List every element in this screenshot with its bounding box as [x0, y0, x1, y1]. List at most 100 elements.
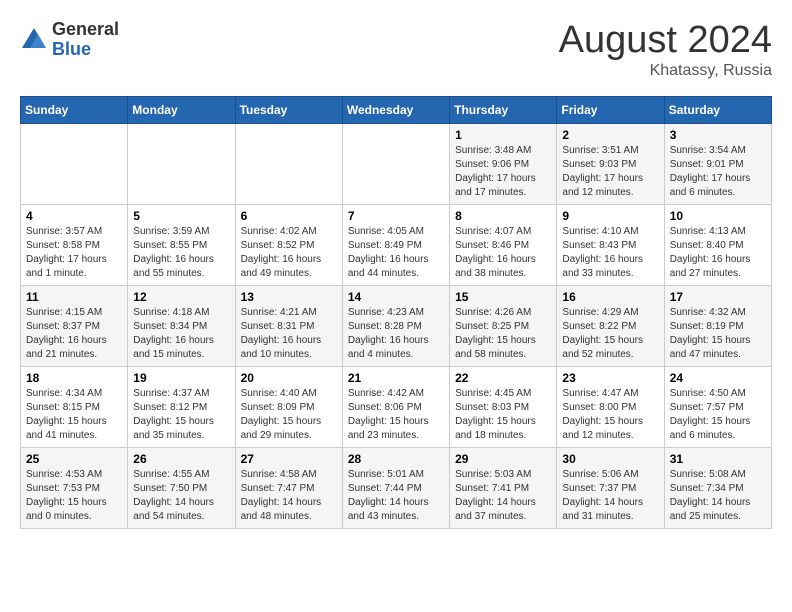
day-info: Sunrise: 4:02 AM Sunset: 8:52 PM Dayligh… — [241, 225, 337, 281]
calendar-cell: 30Sunrise: 5:06 AM Sunset: 7:37 PM Dayli… — [557, 447, 664, 528]
day-number: 4 — [26, 209, 122, 223]
page-header: General Blue August 2024 Khatassy, Russi… — [20, 20, 772, 80]
calendar-table: SundayMondayTuesdayWednesdayThursdayFrid… — [20, 96, 772, 529]
day-number: 26 — [133, 452, 229, 466]
day-info: Sunrise: 4:15 AM Sunset: 8:37 PM Dayligh… — [26, 306, 122, 362]
day-number: 2 — [562, 128, 658, 142]
day-info: Sunrise: 3:59 AM Sunset: 8:55 PM Dayligh… — [133, 225, 229, 281]
day-number: 19 — [133, 371, 229, 385]
day-info: Sunrise: 4:45 AM Sunset: 8:03 PM Dayligh… — [455, 387, 551, 443]
calendar-cell: 26 Sunrise: 4:55 AM Sunset: 7:50 PM Dayli… — [128, 447, 235, 528]
day-of-week-header: Sunday — [21, 96, 128, 123]
day-number: 8 — [455, 209, 551, 223]
calendar-week-row: 25 Sunrise: 4:53 AM Sunset: 7:53 PM Dayli… — [21, 447, 772, 528]
calendar-cell: 1Sunrise: 3:48 AM Sunset: 9:06 PM Daylig… — [450, 123, 557, 204]
day-info: Sunrise: 4:37 AM Sunset: 8:12 PM Dayligh… — [133, 387, 229, 443]
calendar-cell: 14Sunrise: 4:23 AM Sunset: 8:28 PM Dayli… — [342, 285, 449, 366]
day-number: 31 — [670, 452, 766, 466]
day-number: 15 — [455, 290, 551, 304]
calendar-cell: 11 Sunrise: 4:15 AM Sunset: 8:37 PM Dayli… — [21, 285, 128, 366]
day-number: 10 — [670, 209, 766, 223]
day-number: 22 — [455, 371, 551, 385]
day-number: 21 — [348, 371, 444, 385]
day-number: 12 — [133, 290, 229, 304]
calendar-cell — [128, 123, 235, 204]
day-of-week-header: Monday — [128, 96, 235, 123]
day-number: 25 — [26, 452, 122, 466]
calendar-cell: 2 Sunrise: 3:51 AM Sunset: 9:03 PM Daylig… — [557, 123, 664, 204]
calendar-cell: 24Sunrise: 4:50 AM Sunset: 7:57 PM Dayli… — [664, 366, 771, 447]
calendar-cell: 13Sunrise: 4:21 AM Sunset: 8:31 PM Dayli… — [235, 285, 342, 366]
day-info: Sunrise: 4:40 AM Sunset: 8:09 PM Dayligh… — [241, 387, 337, 443]
month-year-title: August 2024 — [559, 20, 772, 62]
calendar-header: SundayMondayTuesdayWednesdayThursdayFrid… — [21, 96, 772, 123]
day-info: Sunrise: 4:53 AM Sunset: 7:53 PM Dayligh… — [26, 468, 122, 524]
day-number: 24 — [670, 371, 766, 385]
calendar-cell: 22 Sunrise: 4:45 AM Sunset: 8:03 PM Dayli… — [450, 366, 557, 447]
day-info: Sunrise: 4:42 AM Sunset: 8:06 PM Dayligh… — [348, 387, 444, 443]
calendar-cell: 15 Sunrise: 4:26 AM Sunset: 8:25 PM Dayli… — [450, 285, 557, 366]
calendar-cell — [21, 123, 128, 204]
calendar-cell: 9 Sunrise: 4:10 AM Sunset: 8:43 PM Daylig… — [557, 204, 664, 285]
day-number: 6 — [241, 209, 337, 223]
day-number: 9 — [562, 209, 658, 223]
day-info: Sunrise: 4:34 AM Sunset: 8:15 PM Dayligh… — [26, 387, 122, 443]
calendar-cell: 28Sunrise: 5:01 AM Sunset: 7:44 PM Dayli… — [342, 447, 449, 528]
calendar-cell: 16Sunrise: 4:29 AM Sunset: 8:22 PM Dayli… — [557, 285, 664, 366]
day-info: Sunrise: 5:08 AM Sunset: 7:34 PM Dayligh… — [670, 468, 766, 524]
day-number: 20 — [241, 371, 337, 385]
calendar-cell: 25 Sunrise: 4:53 AM Sunset: 7:53 PM Dayli… — [21, 447, 128, 528]
day-number: 30 — [562, 452, 658, 466]
day-number: 23 — [562, 371, 658, 385]
calendar-cell: 19 Sunrise: 4:37 AM Sunset: 8:12 PM Dayli… — [128, 366, 235, 447]
calendar-cell — [342, 123, 449, 204]
day-info: Sunrise: 4:55 AM Sunset: 7:50 PM Dayligh… — [133, 468, 229, 524]
day-info: Sunrise: 3:57 AM Sunset: 8:58 PM Dayligh… — [26, 225, 122, 281]
logo-general-text: General — [52, 20, 119, 40]
logo-icon — [20, 26, 48, 54]
calendar-cell: 18Sunrise: 4:34 AM Sunset: 8:15 PM Dayli… — [21, 366, 128, 447]
calendar-cell: 10 Sunrise: 4:13 AM Sunset: 8:40 PM Dayli… — [664, 204, 771, 285]
calendar-body: 1Sunrise: 3:48 AM Sunset: 9:06 PM Daylig… — [21, 123, 772, 528]
day-number: 17 — [670, 290, 766, 304]
calendar-cell: 17Sunrise: 4:32 AM Sunset: 8:19 PM Dayli… — [664, 285, 771, 366]
day-number: 11 — [26, 290, 122, 304]
calendar-cell — [235, 123, 342, 204]
calendar-cell: 27Sunrise: 4:58 AM Sunset: 7:47 PM Dayli… — [235, 447, 342, 528]
day-number: 7 — [348, 209, 444, 223]
calendar-cell: 21 Sunrise: 4:42 AM Sunset: 8:06 PM Dayli… — [342, 366, 449, 447]
day-info: Sunrise: 3:51 AM Sunset: 9:03 PM Dayligh… — [562, 144, 658, 200]
calendar-cell: 3 Sunrise: 3:54 AM Sunset: 9:01 PM Daylig… — [664, 123, 771, 204]
day-number: 27 — [241, 452, 337, 466]
calendar-cell: 31 Sunrise: 5:08 AM Sunset: 7:34 PM Dayli… — [664, 447, 771, 528]
day-of-week-header: Thursday — [450, 96, 557, 123]
day-info: Sunrise: 3:54 AM Sunset: 9:01 PM Dayligh… — [670, 144, 766, 200]
day-number: 29 — [455, 452, 551, 466]
location-subtitle: Khatassy, Russia — [559, 62, 772, 80]
days-of-week-row: SundayMondayTuesdayWednesdayThursdayFrid… — [21, 96, 772, 123]
calendar-cell: 4 Sunrise: 3:57 AM Sunset: 8:58 PM Daylig… — [21, 204, 128, 285]
calendar-week-row: 18Sunrise: 4:34 AM Sunset: 8:15 PM Dayli… — [21, 366, 772, 447]
day-info: Sunrise: 5:03 AM Sunset: 7:41 PM Dayligh… — [455, 468, 551, 524]
logo-blue-text: Blue — [52, 40, 119, 60]
logo: General Blue — [20, 20, 119, 60]
calendar-cell: 6 Sunrise: 4:02 AM Sunset: 8:52 PM Daylig… — [235, 204, 342, 285]
day-of-week-header: Friday — [557, 96, 664, 123]
calendar-cell: 7 Sunrise: 4:05 AM Sunset: 8:49 PM Daylig… — [342, 204, 449, 285]
day-number: 16 — [562, 290, 658, 304]
day-info: Sunrise: 4:05 AM Sunset: 8:49 PM Dayligh… — [348, 225, 444, 281]
day-info: Sunrise: 4:10 AM Sunset: 8:43 PM Dayligh… — [562, 225, 658, 281]
calendar-week-row: 11 Sunrise: 4:15 AM Sunset: 8:37 PM Dayli… — [21, 285, 772, 366]
day-info: Sunrise: 4:26 AM Sunset: 8:25 PM Dayligh… — [455, 306, 551, 362]
day-info: Sunrise: 4:13 AM Sunset: 8:40 PM Dayligh… — [670, 225, 766, 281]
day-info: Sunrise: 4:23 AM Sunset: 8:28 PM Dayligh… — [348, 306, 444, 362]
calendar-cell: 5Sunrise: 3:59 AM Sunset: 8:55 PM Daylig… — [128, 204, 235, 285]
calendar-week-row: 4 Sunrise: 3:57 AM Sunset: 8:58 PM Daylig… — [21, 204, 772, 285]
day-info: Sunrise: 5:01 AM Sunset: 7:44 PM Dayligh… — [348, 468, 444, 524]
day-info: Sunrise: 4:07 AM Sunset: 8:46 PM Dayligh… — [455, 225, 551, 281]
day-info: Sunrise: 4:47 AM Sunset: 8:00 PM Dayligh… — [562, 387, 658, 443]
calendar-cell: 8 Sunrise: 4:07 AM Sunset: 8:46 PM Daylig… — [450, 204, 557, 285]
day-number: 1 — [455, 128, 551, 142]
calendar-cell: 23 Sunrise: 4:47 AM Sunset: 8:00 PM Dayli… — [557, 366, 664, 447]
day-number: 3 — [670, 128, 766, 142]
